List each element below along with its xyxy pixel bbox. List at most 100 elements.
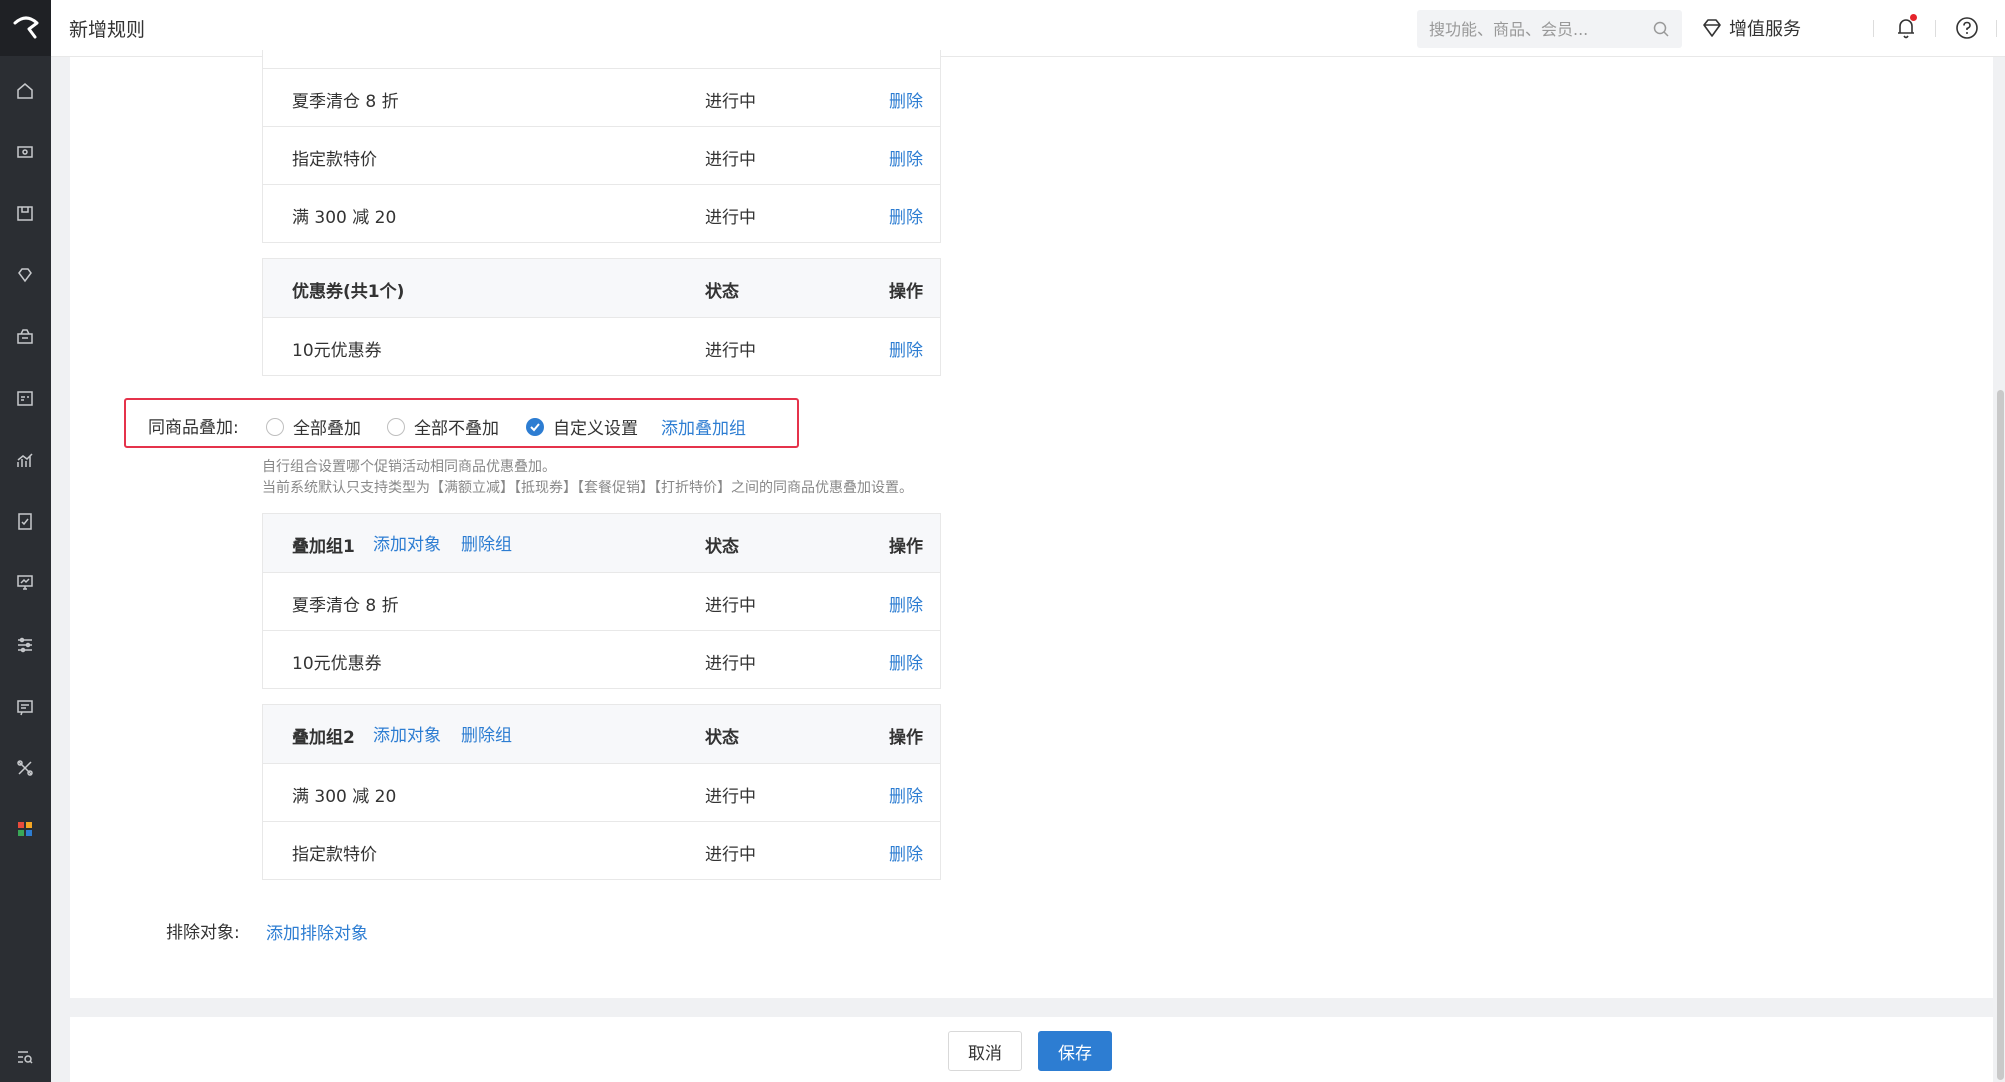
- table-row: 指定款特价 进行中 删除: [263, 126, 940, 184]
- delete-link[interactable]: 删除: [889, 591, 923, 616]
- stack-group-table-2: 叠加组2 添加对象 删除组 状态 操作 满 300 减 20 进行中 删除 指定…: [262, 704, 941, 880]
- notification-button[interactable]: [1892, 14, 1920, 42]
- header-status: 状态: [705, 282, 739, 302]
- radio-custom[interactable]: 自定义设置: [526, 414, 638, 439]
- id-card-icon[interactable]: [14, 387, 36, 409]
- divider: [1935, 20, 1936, 37]
- row-name: 10元优惠券: [292, 654, 382, 674]
- row-name: 夏季清仓 8 折: [292, 596, 399, 616]
- table-row: 10元优惠券 进行中 删除: [263, 630, 940, 688]
- sliders-icon[interactable]: [14, 634, 36, 656]
- truck-icon[interactable]: [14, 326, 36, 348]
- add-stack-group-link[interactable]: 添加叠加组: [661, 414, 746, 439]
- cancel-button[interactable]: 取消: [948, 1031, 1022, 1071]
- row-status: 进行中: [705, 341, 756, 361]
- table-row: 指定款特价 进行中 删除: [263, 821, 940, 879]
- scrollbar[interactable]: [1997, 390, 2004, 1080]
- group-header: 叠加组2 添加对象 删除组 状态 操作: [263, 705, 940, 763]
- value-added-service[interactable]: 增值服务: [1701, 15, 1801, 41]
- box-icon[interactable]: [14, 202, 36, 224]
- group-actions: 添加对象 删除组: [373, 530, 512, 555]
- table-row: 夏季清仓 8 折 进行中 删除: [263, 572, 940, 630]
- top-bar: 新增规则 增值服务: [51, 0, 2005, 57]
- diamond-icon[interactable]: [14, 264, 36, 286]
- table-row: 满 300 减 20 进行中 删除: [263, 184, 940, 242]
- header-status: 状态: [705, 728, 739, 748]
- radio-no-stack[interactable]: 全部不叠加: [387, 414, 499, 439]
- monitor-icon[interactable]: [14, 571, 36, 593]
- row-status: 进行中: [705, 150, 756, 170]
- radio-label: 自定义设置: [553, 419, 638, 439]
- search-list-icon[interactable]: [14, 1046, 36, 1068]
- row-name: 指定款特价: [292, 845, 377, 865]
- row-name: 夏季清仓 8 折: [292, 92, 399, 112]
- stack-group-table-1: 叠加组1 添加对象 删除组 状态 操作 夏季清仓 8 折 进行中 删除 10元优…: [262, 513, 941, 689]
- radio-label: 全部叠加: [293, 419, 361, 439]
- header-status: 状态: [705, 537, 739, 557]
- tools-icon[interactable]: [14, 757, 36, 779]
- home-icon[interactable]: [14, 80, 36, 102]
- delete-link[interactable]: 删除: [889, 145, 923, 170]
- search-box[interactable]: [1417, 10, 1682, 48]
- search-icon[interactable]: [1652, 20, 1670, 38]
- group-header: 叠加组1 添加对象 删除组 状态 操作: [263, 514, 940, 572]
- money-icon[interactable]: [14, 141, 36, 163]
- row-name: 指定款特价: [292, 150, 377, 170]
- page-title: 新增规则: [69, 19, 146, 41]
- divider: [1873, 20, 1874, 37]
- search-input[interactable]: [1429, 10, 1649, 48]
- table-row: 10元优惠券 进行中 删除: [263, 317, 940, 375]
- sidebar: [0, 0, 51, 1082]
- row-status: 进行中: [705, 787, 756, 807]
- group-name: 叠加组1: [292, 537, 355, 557]
- notification-badge: [1910, 14, 1917, 21]
- exclude-label: 排除对象:: [166, 923, 240, 943]
- radio-all-stack[interactable]: 全部叠加: [266, 414, 361, 439]
- row-name: 满 300 减 20: [292, 787, 397, 807]
- table-header: 优惠券(共1个) 状态 操作: [263, 259, 940, 317]
- radio-label: 全部不叠加: [414, 419, 499, 439]
- radio-circle: [266, 417, 284, 436]
- row-status: 进行中: [705, 845, 756, 865]
- add-exclude-link[interactable]: 添加排除对象: [266, 919, 368, 944]
- row-status: 进行中: [705, 208, 756, 228]
- help-icon: [1956, 17, 1978, 39]
- stacking-label: 同商品叠加:: [148, 418, 239, 438]
- radio-circle: [387, 417, 405, 436]
- footer-bar: [70, 1017, 1993, 1082]
- add-object-link[interactable]: 添加对象: [373, 721, 441, 746]
- promo-table: 夏季清仓 8 折 进行中 删除 指定款特价 进行中 删除 满 300 减 20 …: [262, 50, 941, 243]
- value-added-label: 增值服务: [1729, 19, 1801, 40]
- delete-link[interactable]: 删除: [889, 782, 923, 807]
- stacking-hint-1: 自行组合设置哪个促销活动相同商品优惠叠加。: [262, 459, 556, 475]
- header-op: 操作: [889, 728, 923, 748]
- divider: [1996, 20, 1997, 37]
- delete-group-link[interactable]: 删除组: [461, 530, 512, 555]
- delete-link[interactable]: 删除: [889, 87, 923, 112]
- delete-link[interactable]: 删除: [889, 203, 923, 228]
- logo-icon: [13, 16, 38, 39]
- checklist-icon[interactable]: [14, 510, 36, 532]
- row-name: 10元优惠券: [292, 341, 382, 361]
- diamond-icon: [1703, 19, 1721, 37]
- row-status: 进行中: [705, 654, 756, 674]
- stacking-hint-2: 当前系统默认只支持类型为【满额立减】【抵现券】【套餐促销】【打折特价】之间的同商…: [262, 480, 913, 496]
- table-row: 满 300 减 20 进行中 删除: [263, 763, 940, 821]
- app-logo[interactable]: [0, 0, 51, 56]
- header-op: 操作: [889, 282, 923, 302]
- row-name: 满 300 减 20: [292, 208, 397, 228]
- coupon-table: 优惠券(共1个) 状态 操作 10元优惠券 进行中 删除: [262, 258, 941, 376]
- chart-icon[interactable]: [14, 449, 36, 471]
- delete-link[interactable]: 删除: [889, 840, 923, 865]
- radio-checked-icon: [526, 417, 544, 436]
- message-icon[interactable]: [14, 696, 36, 718]
- apps-icon[interactable]: [14, 818, 36, 840]
- delete-group-link[interactable]: 删除组: [461, 721, 512, 746]
- add-object-link[interactable]: 添加对象: [373, 530, 441, 555]
- help-button[interactable]: [1953, 14, 1981, 42]
- delete-link[interactable]: 删除: [889, 336, 923, 361]
- delete-link[interactable]: 删除: [889, 649, 923, 674]
- table-row-partial: [263, 50, 940, 68]
- row-status: 进行中: [705, 596, 756, 616]
- save-button[interactable]: 保存: [1038, 1031, 1112, 1071]
